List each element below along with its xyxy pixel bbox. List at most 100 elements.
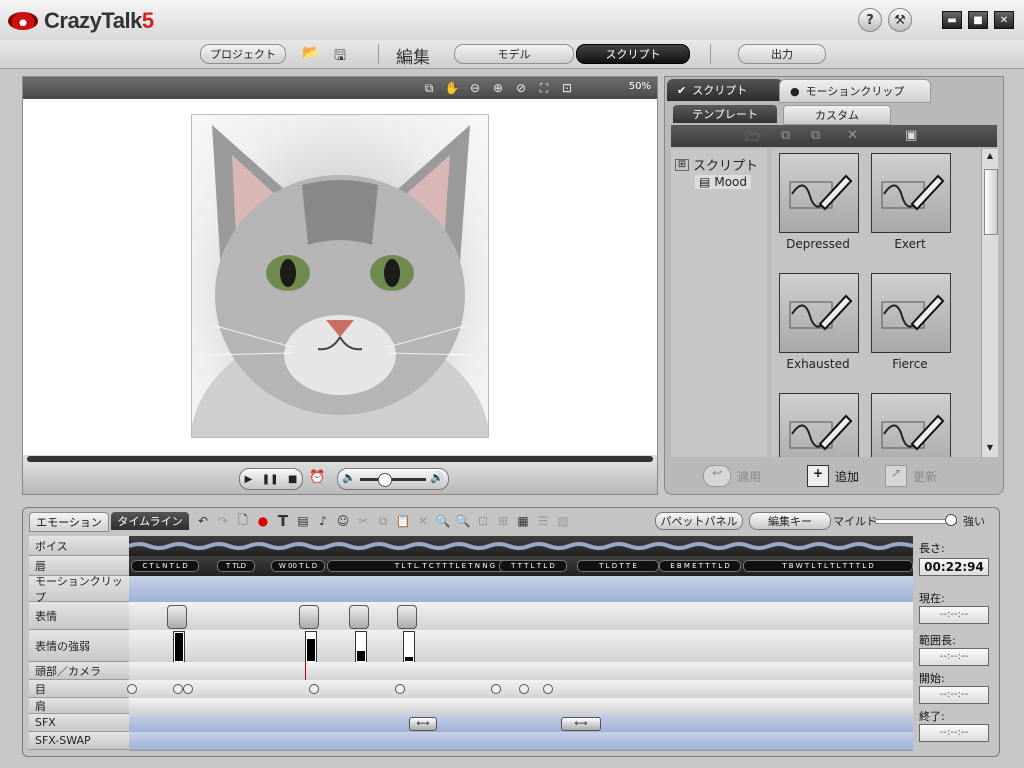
paste-tl-icon[interactable]: 📋 — [395, 513, 411, 529]
start-value[interactable]: --:--:-- — [919, 686, 989, 704]
eye-key-node[interactable] — [519, 684, 529, 694]
expression-key-face[interactable] — [167, 605, 187, 629]
export-icon[interactable]: ▧ — [555, 513, 571, 529]
apply-button[interactable]: ↩ 適用 — [703, 465, 761, 487]
tab-script-library[interactable]: ✔ スクリプト — [667, 79, 783, 101]
tree-item-mood[interactable]: ▤ Mood — [695, 175, 751, 189]
subtab-custom[interactable]: カスタム — [783, 105, 891, 125]
edit-key-button[interactable]: 編集キー — [749, 512, 831, 530]
volume-slider[interactable] — [378, 473, 392, 487]
text-icon[interactable]: T — [275, 512, 291, 530]
help-button[interactable]: ? — [858, 8, 882, 32]
sfx-swap-track[interactable] — [129, 732, 913, 751]
lip-chip[interactable]: E B M E T T T L D — [659, 560, 741, 572]
eye-key-node[interactable] — [395, 684, 405, 694]
zoom-in-icon[interactable]: ⊕ — [490, 80, 506, 96]
strength-bar[interactable] — [355, 631, 367, 663]
save-icon[interactable]: 🖫 — [334, 45, 346, 69]
tab-script[interactable]: スクリプト — [576, 44, 690, 64]
face-menu-icon[interactable]: ☺ — [335, 513, 351, 529]
snapshot-icon[interactable]: ⧉ — [421, 80, 437, 96]
zoom-out-tl-icon[interactable]: 🔍 — [455, 513, 471, 529]
actual-size-icon[interactable]: ⊡ — [559, 80, 575, 96]
zoom-out-icon[interactable]: ⊖ — [467, 80, 483, 96]
folder-open-icon[interactable]: 🗁 — [745, 128, 761, 150]
tab-timeline[interactable]: タイムライン — [111, 512, 189, 530]
lip-chip[interactable]: T TLD — [217, 560, 255, 572]
tab-model[interactable]: モデル — [454, 44, 574, 64]
sfx-clip[interactable]: ⟷ — [409, 717, 437, 731]
gallery-scrollbar[interactable]: ▲ ▼ — [981, 149, 998, 457]
motion-clip-track[interactable] — [129, 576, 913, 603]
head-camera-track[interactable] — [129, 662, 913, 681]
expression-key-face[interactable] — [349, 605, 369, 629]
eye-key-node[interactable] — [183, 684, 193, 694]
thumb-fierce[interactable] — [871, 273, 951, 353]
thumbnail-view-icon[interactable]: ▣ — [905, 128, 917, 143]
eyes-track[interactable] — [127, 680, 913, 699]
voice-track[interactable] — [128, 536, 914, 557]
project-button[interactable]: プロジェクト — [200, 44, 286, 64]
timeline-scrubber[interactable] — [27, 456, 653, 462]
strength-slider-knob[interactable] — [945, 514, 957, 526]
lips-track[interactable]: C T L N T L D T TLD W 00 T L D T L T L. … — [129, 556, 913, 577]
settings-button[interactable]: ⚒ — [888, 8, 912, 32]
zoom-all-tl-icon[interactable]: ⊞ — [495, 513, 511, 529]
eye-key-node[interactable] — [543, 684, 553, 694]
thumb-depressed[interactable] — [779, 153, 859, 233]
new-icon[interactable]: 🗋 — [235, 513, 251, 529]
volume-track[interactable] — [360, 478, 426, 481]
copy-tl-icon[interactable]: ⧉ — [375, 513, 391, 529]
output-button[interactable]: 出力 — [738, 44, 826, 64]
lip-chip[interactable]: T L D T T E — [577, 560, 659, 572]
eye-key-node[interactable] — [491, 684, 501, 694]
open-folder-icon[interactable]: 📂 — [302, 45, 319, 61]
lip-chip[interactable]: C T L N T L D — [131, 560, 199, 572]
delete-tl-icon[interactable]: ✕ — [415, 513, 431, 529]
thumb-exhausted[interactable] — [779, 273, 859, 353]
lip-chip[interactable]: T B W T L T L T L T T T L D — [743, 560, 913, 572]
undo-icon[interactable]: ↶ — [195, 513, 211, 529]
thumb-5[interactable] — [779, 393, 859, 457]
thumb-6[interactable] — [871, 393, 951, 457]
reset-view-icon[interactable]: ⊘ — [513, 80, 529, 96]
preview-stage[interactable] — [23, 99, 657, 455]
lip-chip[interactable]: W 00 T L D — [271, 560, 325, 572]
play-button[interactable]: ▶ — [245, 474, 253, 485]
close-button[interactable]: ✕ — [994, 11, 1014, 29]
current-value[interactable]: --:--:-- — [919, 606, 989, 624]
expression-strength-track[interactable] — [129, 630, 913, 663]
strength-bar[interactable] — [305, 631, 317, 663]
tree-item-script[interactable]: ⊞ スクリプト — [675, 155, 758, 174]
scroll-up-icon[interactable]: ▲ — [983, 151, 997, 163]
eye-key-node[interactable] — [127, 684, 137, 694]
maximize-button[interactable]: ■ — [968, 11, 988, 29]
lip-chip[interactable]: T T T L T L D — [499, 560, 567, 572]
paste-icon[interactable]: ⧉ — [811, 128, 820, 143]
cut-icon[interactable]: ✂ — [355, 513, 371, 529]
delete-icon[interactable]: ✕ — [847, 128, 858, 143]
music-icon[interactable]: ♪ — [315, 513, 331, 529]
expression-track[interactable] — [129, 602, 913, 631]
expression-key-face[interactable] — [397, 605, 417, 629]
strength-bar[interactable] — [403, 631, 415, 663]
eye-key-node[interactable] — [309, 684, 319, 694]
zoom-in-tl-icon[interactable]: 🔍 — [435, 513, 451, 529]
stop-button[interactable]: ■ — [288, 474, 297, 485]
tab-motion-clip[interactable]: ● モーションクリップ — [779, 79, 931, 103]
playhead-marker[interactable] — [305, 662, 306, 680]
range-length-value[interactable]: --:--:-- — [919, 648, 989, 666]
strength-bar[interactable] — [173, 631, 185, 663]
expression-key-face[interactable] — [299, 605, 319, 629]
tab-emotion[interactable]: エモーション — [29, 512, 109, 532]
list-icon[interactable]: ☰ — [535, 513, 551, 529]
record-icon[interactable]: ⏰ — [309, 470, 325, 485]
fit-view-icon[interactable]: ⛶ — [536, 80, 552, 96]
copy-icon[interactable]: ⧉ — [781, 128, 790, 143]
scroll-down-icon[interactable]: ▼ — [983, 443, 997, 455]
hand-pan-icon[interactable]: ✋ — [444, 80, 460, 96]
calendar-icon[interactable]: ▦ — [515, 513, 531, 529]
record-dot-icon[interactable]: ● — [255, 513, 271, 529]
shoulder-track[interactable] — [129, 698, 913, 715]
sfx-clip[interactable]: ⟷ — [561, 717, 601, 731]
